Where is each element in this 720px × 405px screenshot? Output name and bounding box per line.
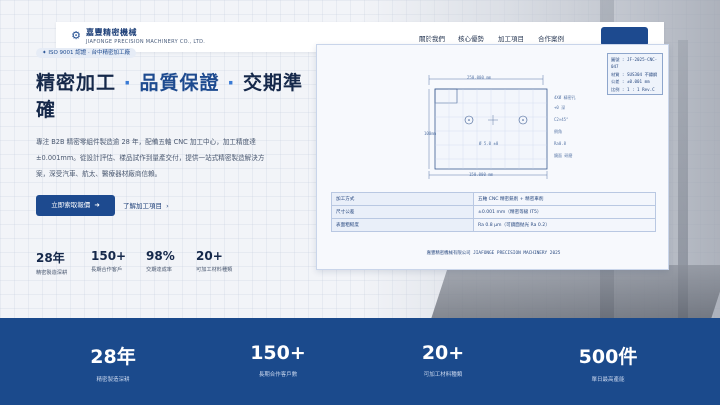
side-note: 倒角 [554,129,562,134]
band-stat-value: 500件 [578,346,638,368]
mini-stat-value: 150+ [91,249,127,263]
request-quote-label: 立即索取報價 [51,201,91,209]
side-note: +0 深 [554,105,566,110]
learn-services-label: 了解加工項目 [123,202,162,210]
request-quote-button[interactable]: 立即索取報價 ➜ [36,195,115,216]
mini-stat-value: 28年 [36,251,65,265]
title-block-line: 圖號 : JF-2025-CNC-047 [611,57,658,70]
machine-table-image [431,265,720,318]
mini-stat: 28年 精密製造深耕 [36,249,67,276]
spec-key: 加工方式 [331,192,474,206]
brand-name[interactable]: 嘉豐精密機械 [86,27,137,38]
mini-stat-label: 可加工材料種類 [196,267,233,273]
band-stat-label: 單日最高產能 [591,377,625,383]
arrow-right-icon: ➜ [92,201,100,209]
side-note: 鏡面 研磨 [554,153,573,158]
band-stat: 500件 單日最高產能 [548,342,668,383]
hero-description: 專注 B2B 精密零組件製造逾 28 年，配備五軸 CNC 加工中心，加工精度達… [36,138,265,178]
mini-stat: 98% 交期達成率 [146,249,175,273]
hole-center [522,119,524,121]
table-row: 尺寸公差 ±0.001 mm（精密等級 IT5） [331,205,656,219]
band-stat-label: 可加工材料種類 [423,372,463,378]
drawing-footer: 嘉豐精密機械有限公司 JIAFONGE PRECISION MACHINERY … [426,251,561,256]
mini-stat-value: 98% [146,249,175,263]
certification-badge: ✦ ISO 9001 認證 · 台中精密加工廠 [36,48,137,58]
spec-key: 表面粗糙度 [331,218,474,232]
band-stat: 20+ 可加工材料種類 [383,342,503,378]
learn-services-link[interactable]: 了解加工項目 › [123,200,169,210]
band-stat-value: 150+ [250,342,306,364]
mini-stat: 20+ 可加工材料種類 [196,249,232,273]
title-separator-dot: · [227,72,236,94]
spec-value: 五軸 CNC 精密銑削 + 精密車削 [473,192,656,206]
nav-link-cases[interactable]: 合作案例 [538,33,564,43]
gear-icon[interactable]: ⚙ [70,30,82,42]
mini-stat-label: 交期達成率 [146,267,172,273]
band-stat-value: 28年 [90,346,136,368]
hero-title-part-1: 精密加工 [36,72,117,94]
hole-note: Ø 5.0 ±0 [479,141,499,146]
hole-center [468,119,470,121]
chevron-right-icon: › [164,202,169,210]
dimension-label-bottom: 150.000 mm [469,172,494,177]
nav-link-about[interactable]: 關於我們 [419,33,445,43]
dimension-label-side: 100mm [424,131,437,136]
band-stat: 150+ 長期合作客戶數 [218,342,338,378]
mini-stat: 150+ 長期合作客戶 [91,249,126,273]
title-block-line: 材質 : SUS304 不鏽鋼 [611,71,658,77]
band-stat-value: 20+ [421,342,465,364]
mini-stat-value: 20+ [196,249,223,263]
band-stat: 28年 精密製造深耕 [53,342,173,383]
technical-drawing-card: 250.000 mm 100mm 150.000 mm Ø 5.0 ±0 4XØ… [316,44,669,270]
nav-link-advantages[interactable]: 核心優勢 [458,33,484,43]
title-separator-dot: · [123,72,132,94]
hero-title: 精密加工 · 品質保證 · 交期準確 [36,70,311,124]
table-row: 加工方式 五軸 CNC 精密銑削 + 精密車削 [331,192,656,206]
spec-key: 尺寸公差 [331,205,474,219]
spec-value: ±0.001 mm（精密等級 IT5） [473,205,656,219]
side-note: Ra0.8 [554,141,567,146]
side-note: 4XØ 精密孔 [554,95,576,100]
dimension-label-top: 250.000 mm [467,75,492,80]
brand-name-english: JIAFONGE PRECISION MACHINERY CO., LTD. [86,39,206,45]
table-row: 表面粗糙度 Ra 0.8 μm（可鏡面拋光 Ra 0.2） [331,218,656,232]
spec-value: Ra 0.8 μm（可鏡面拋光 Ra 0.2） [473,218,656,232]
drawing-title-block: 圖號 : JF-2025-CNC-047 材質 : SUS304 不鏽鋼 公差 … [607,53,663,95]
mini-stat-label: 精密製造深耕 [36,270,68,276]
band-stat-label: 長期合作客戶數 [258,372,298,378]
stats-band: 28年 精密製造深耕 150+ 長期合作客戶數 20+ 可加工材料種類 500件… [0,318,720,405]
hero-title-part-2: 品質保證 [139,72,220,94]
band-stat-label: 精密製造深耕 [96,377,130,383]
title-block-line: 比例 : 1 : 1 Rev.C [611,86,655,92]
spec-table: 加工方式 五軸 CNC 精密銑削 + 精密車削 尺寸公差 ±0.001 mm（精… [331,192,656,232]
mini-stat-label: 長期合作客戶 [91,267,123,273]
side-note: C2×45° [554,117,569,122]
nav-link-services[interactable]: 加工項目 [498,33,524,43]
title-block-line: 公差 : ±0.001 mm [611,79,650,85]
